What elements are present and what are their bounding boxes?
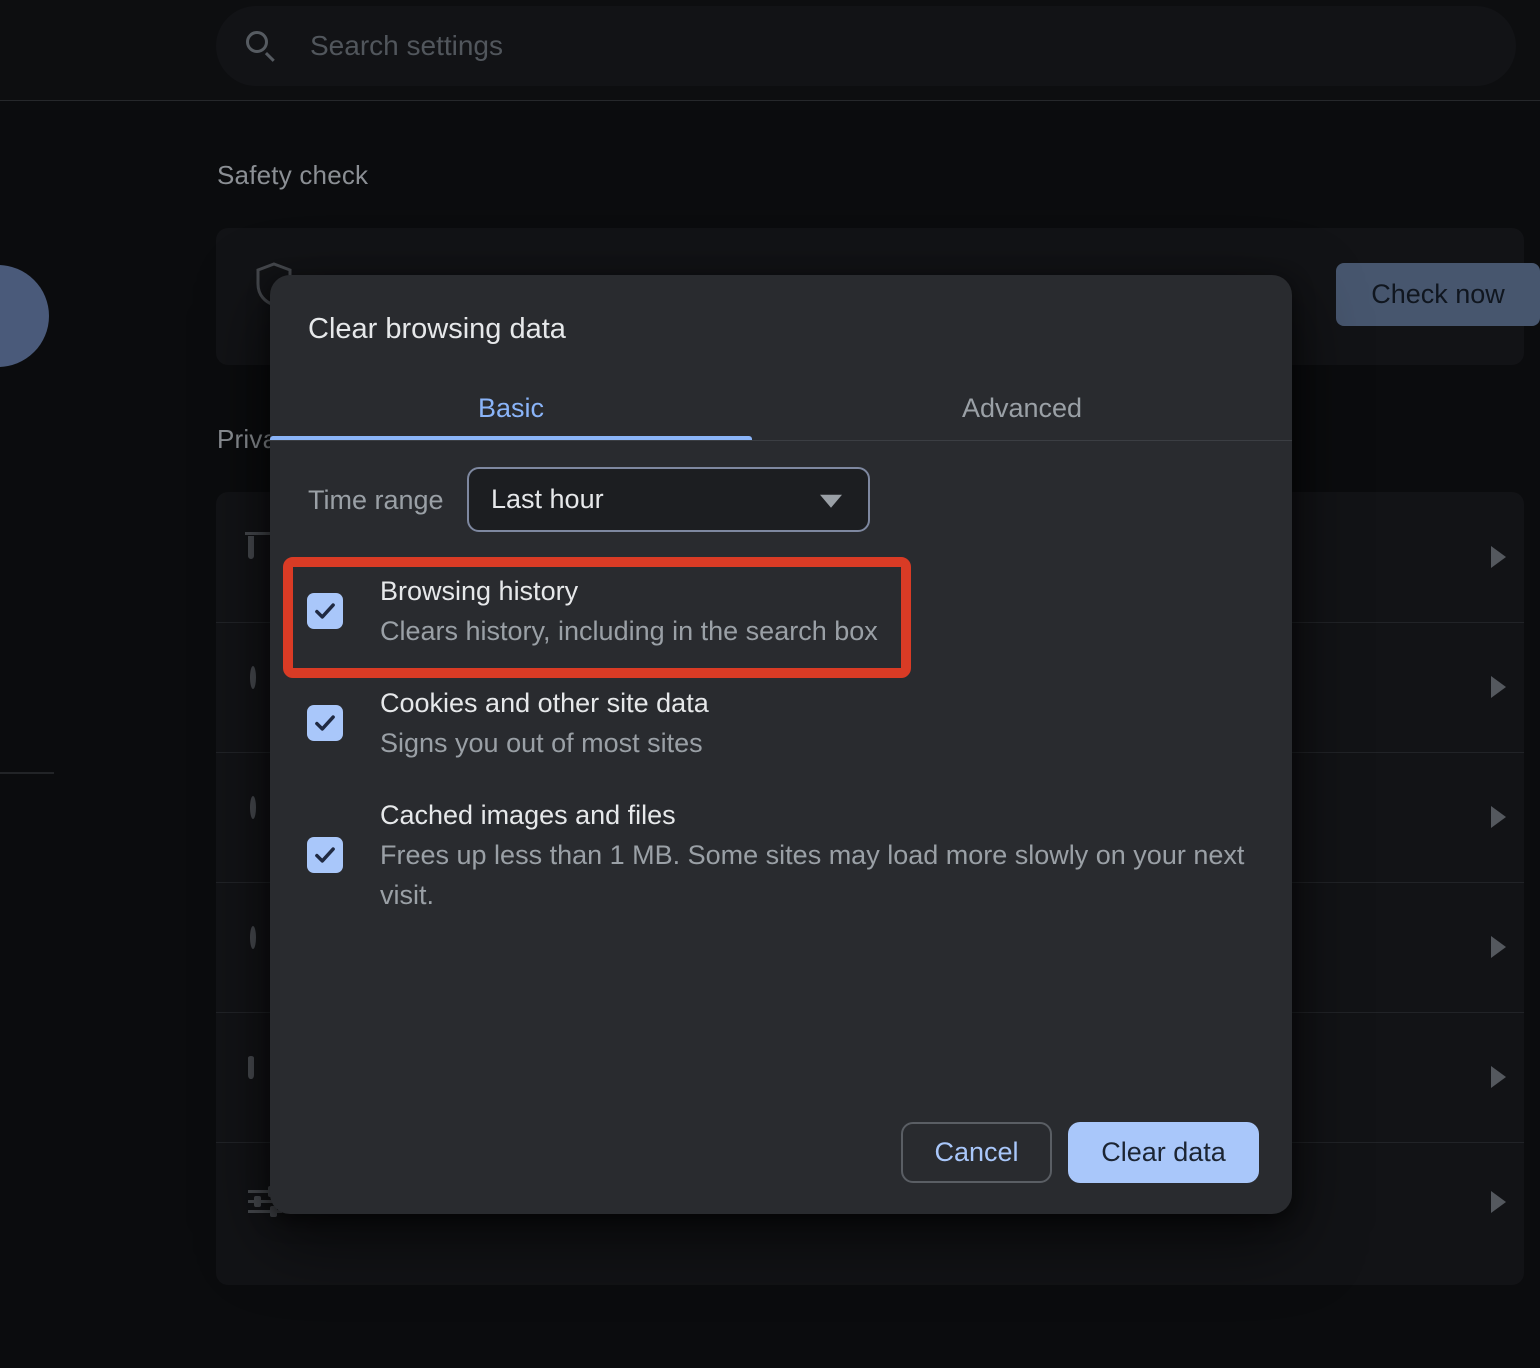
chevron-right-icon	[1491, 676, 1506, 698]
search-input[interactable]	[310, 30, 1516, 62]
chevron-right-icon	[1491, 546, 1506, 568]
clear-data-button[interactable]: Clear data	[1068, 1122, 1259, 1183]
nav-blue-orb	[0, 265, 49, 367]
chevron-right-icon	[1491, 1066, 1506, 1088]
time-range-value: Last hour	[491, 484, 604, 515]
cancel-button[interactable]: Cancel	[901, 1122, 1052, 1183]
option-title: Cached images and files	[380, 795, 1252, 835]
chevron-right-icon	[1491, 806, 1506, 828]
clear-browsing-data-dialog: Clear browsing data Basic Advanced Time …	[270, 275, 1292, 1214]
chevron-right-icon	[1491, 1191, 1506, 1213]
option-browsing-history[interactable]: Browsing history Clears history, includi…	[307, 571, 878, 651]
nav-divider	[0, 772, 54, 774]
option-description: Signs you out of most sites	[380, 723, 709, 763]
time-range-select[interactable]: Last hour	[467, 467, 870, 532]
search-icon	[246, 31, 276, 61]
option-title: Cookies and other site data	[380, 683, 709, 723]
time-range-label: Time range	[308, 483, 444, 517]
option-description: Clears history, including in the search …	[380, 611, 878, 651]
chevron-right-icon	[1491, 936, 1506, 958]
settings-toolbar	[0, 0, 1540, 101]
tab-advanced[interactable]: Advanced	[752, 379, 1292, 437]
checkbox-checked-icon[interactable]	[307, 837, 343, 873]
option-cached-images[interactable]: Cached images and files Frees up less th…	[307, 795, 1252, 915]
checkbox-checked-icon[interactable]	[307, 705, 343, 741]
dialog-title: Clear browsing data	[308, 313, 566, 346]
tab-basic[interactable]: Basic	[270, 379, 752, 437]
search-bar[interactable]	[216, 6, 1516, 86]
option-title: Browsing history	[380, 571, 878, 611]
dropdown-caret-icon	[820, 494, 842, 507]
checkbox-checked-icon[interactable]	[307, 593, 343, 629]
check-now-button[interactable]: Check now	[1336, 263, 1540, 326]
option-description: Frees up less than 1 MB. Some sites may …	[380, 835, 1252, 915]
tab-divider	[270, 440, 1292, 441]
safety-check-heading: Safety check	[217, 160, 368, 191]
option-cookies[interactable]: Cookies and other site data Signs you ou…	[307, 683, 709, 763]
settings-page: Safety check Check now Privacy and secur…	[0, 0, 1540, 1368]
